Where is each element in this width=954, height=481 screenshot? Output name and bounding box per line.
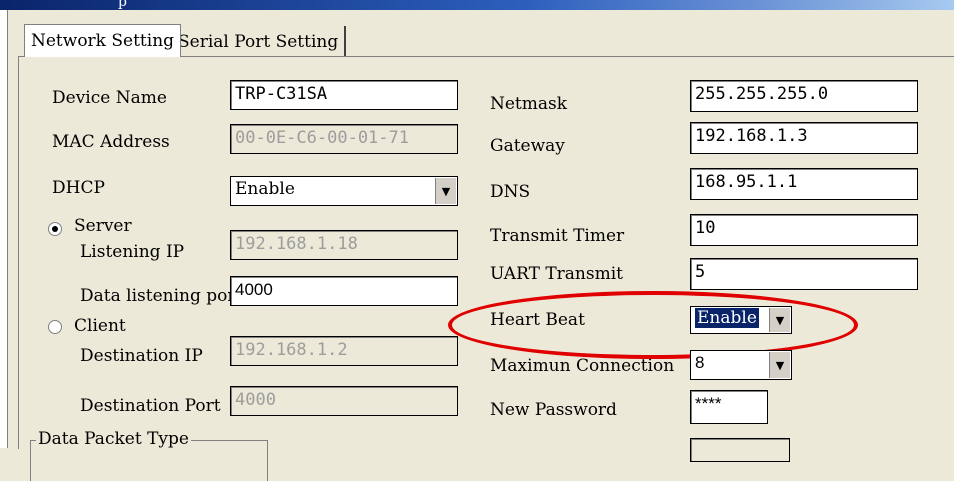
data-packet-type-label: Data Packet Type xyxy=(36,429,191,449)
destination-port-input: 4000 xyxy=(230,386,458,416)
device-name-label: Device Name xyxy=(52,88,167,108)
tab-serial-port-setting[interactable]: Serial Port Setting xyxy=(172,26,347,56)
new-password-input[interactable]: **** xyxy=(690,390,768,424)
maximum-connection-select[interactable]: 8 ▼ xyxy=(690,350,792,380)
dhcp-select[interactable]: Enable ▼ xyxy=(230,176,458,206)
chevron-down-icon[interactable]: ▼ xyxy=(435,178,456,204)
destination-ip-label: Destination IP xyxy=(80,346,203,366)
device-name-input[interactable]: TRP-C31SA xyxy=(230,80,458,110)
data-listening-port-label: Data listening port xyxy=(80,286,243,306)
dns-input[interactable]: 168.95.1.1 xyxy=(690,168,918,200)
transmit-timer-label: Transmit Timer xyxy=(490,226,625,246)
tab-network-setting[interactable]: Network Setting xyxy=(24,24,182,57)
gateway-label: Gateway xyxy=(490,136,565,156)
gateway-input[interactable]: 192.168.1.3 xyxy=(690,122,918,154)
chevron-down-icon[interactable]: ▼ xyxy=(769,352,790,378)
destination-ip-input: 192.168.1.2 xyxy=(230,336,458,366)
maximum-connection-label: Maximun Connection xyxy=(490,356,675,376)
mac-address-label: MAC Address xyxy=(52,132,170,152)
client-radio[interactable] xyxy=(48,320,62,334)
maximum-connection-select-value: 8 xyxy=(695,353,705,372)
server-label: Server xyxy=(74,216,132,236)
uart-transmit-label: UART Transmit xyxy=(490,264,623,284)
dhcp-label: DHCP xyxy=(52,178,105,198)
highlight-ellipse xyxy=(448,291,858,359)
title-text: p xyxy=(118,0,127,10)
client-label: Client xyxy=(74,316,126,336)
server-radio[interactable] xyxy=(48,222,62,236)
listening-ip-input: 192.168.1.18 xyxy=(230,230,458,260)
uart-transmit-input[interactable]: 5 xyxy=(690,258,918,290)
dns-label: DNS xyxy=(490,182,531,202)
left-window-frame xyxy=(0,10,8,448)
netmask-input[interactable]: 255.255.255.0 xyxy=(690,80,918,112)
transmit-timer-input[interactable]: 10 xyxy=(690,214,918,246)
radio-dot-icon xyxy=(52,226,58,232)
listening-ip-label: Listening IP xyxy=(80,242,185,262)
title-bar: p xyxy=(0,0,954,10)
netmask-label: Netmask xyxy=(490,94,568,114)
partial-field xyxy=(690,438,790,462)
new-password-label: New Password xyxy=(490,400,617,420)
destination-port-label: Destination Port xyxy=(80,396,221,416)
dhcp-select-value: Enable xyxy=(235,179,295,199)
mac-address-input: 00-0E-C6-00-01-71 xyxy=(230,124,458,154)
data-listening-port-input[interactable]: 4000 xyxy=(230,276,458,306)
